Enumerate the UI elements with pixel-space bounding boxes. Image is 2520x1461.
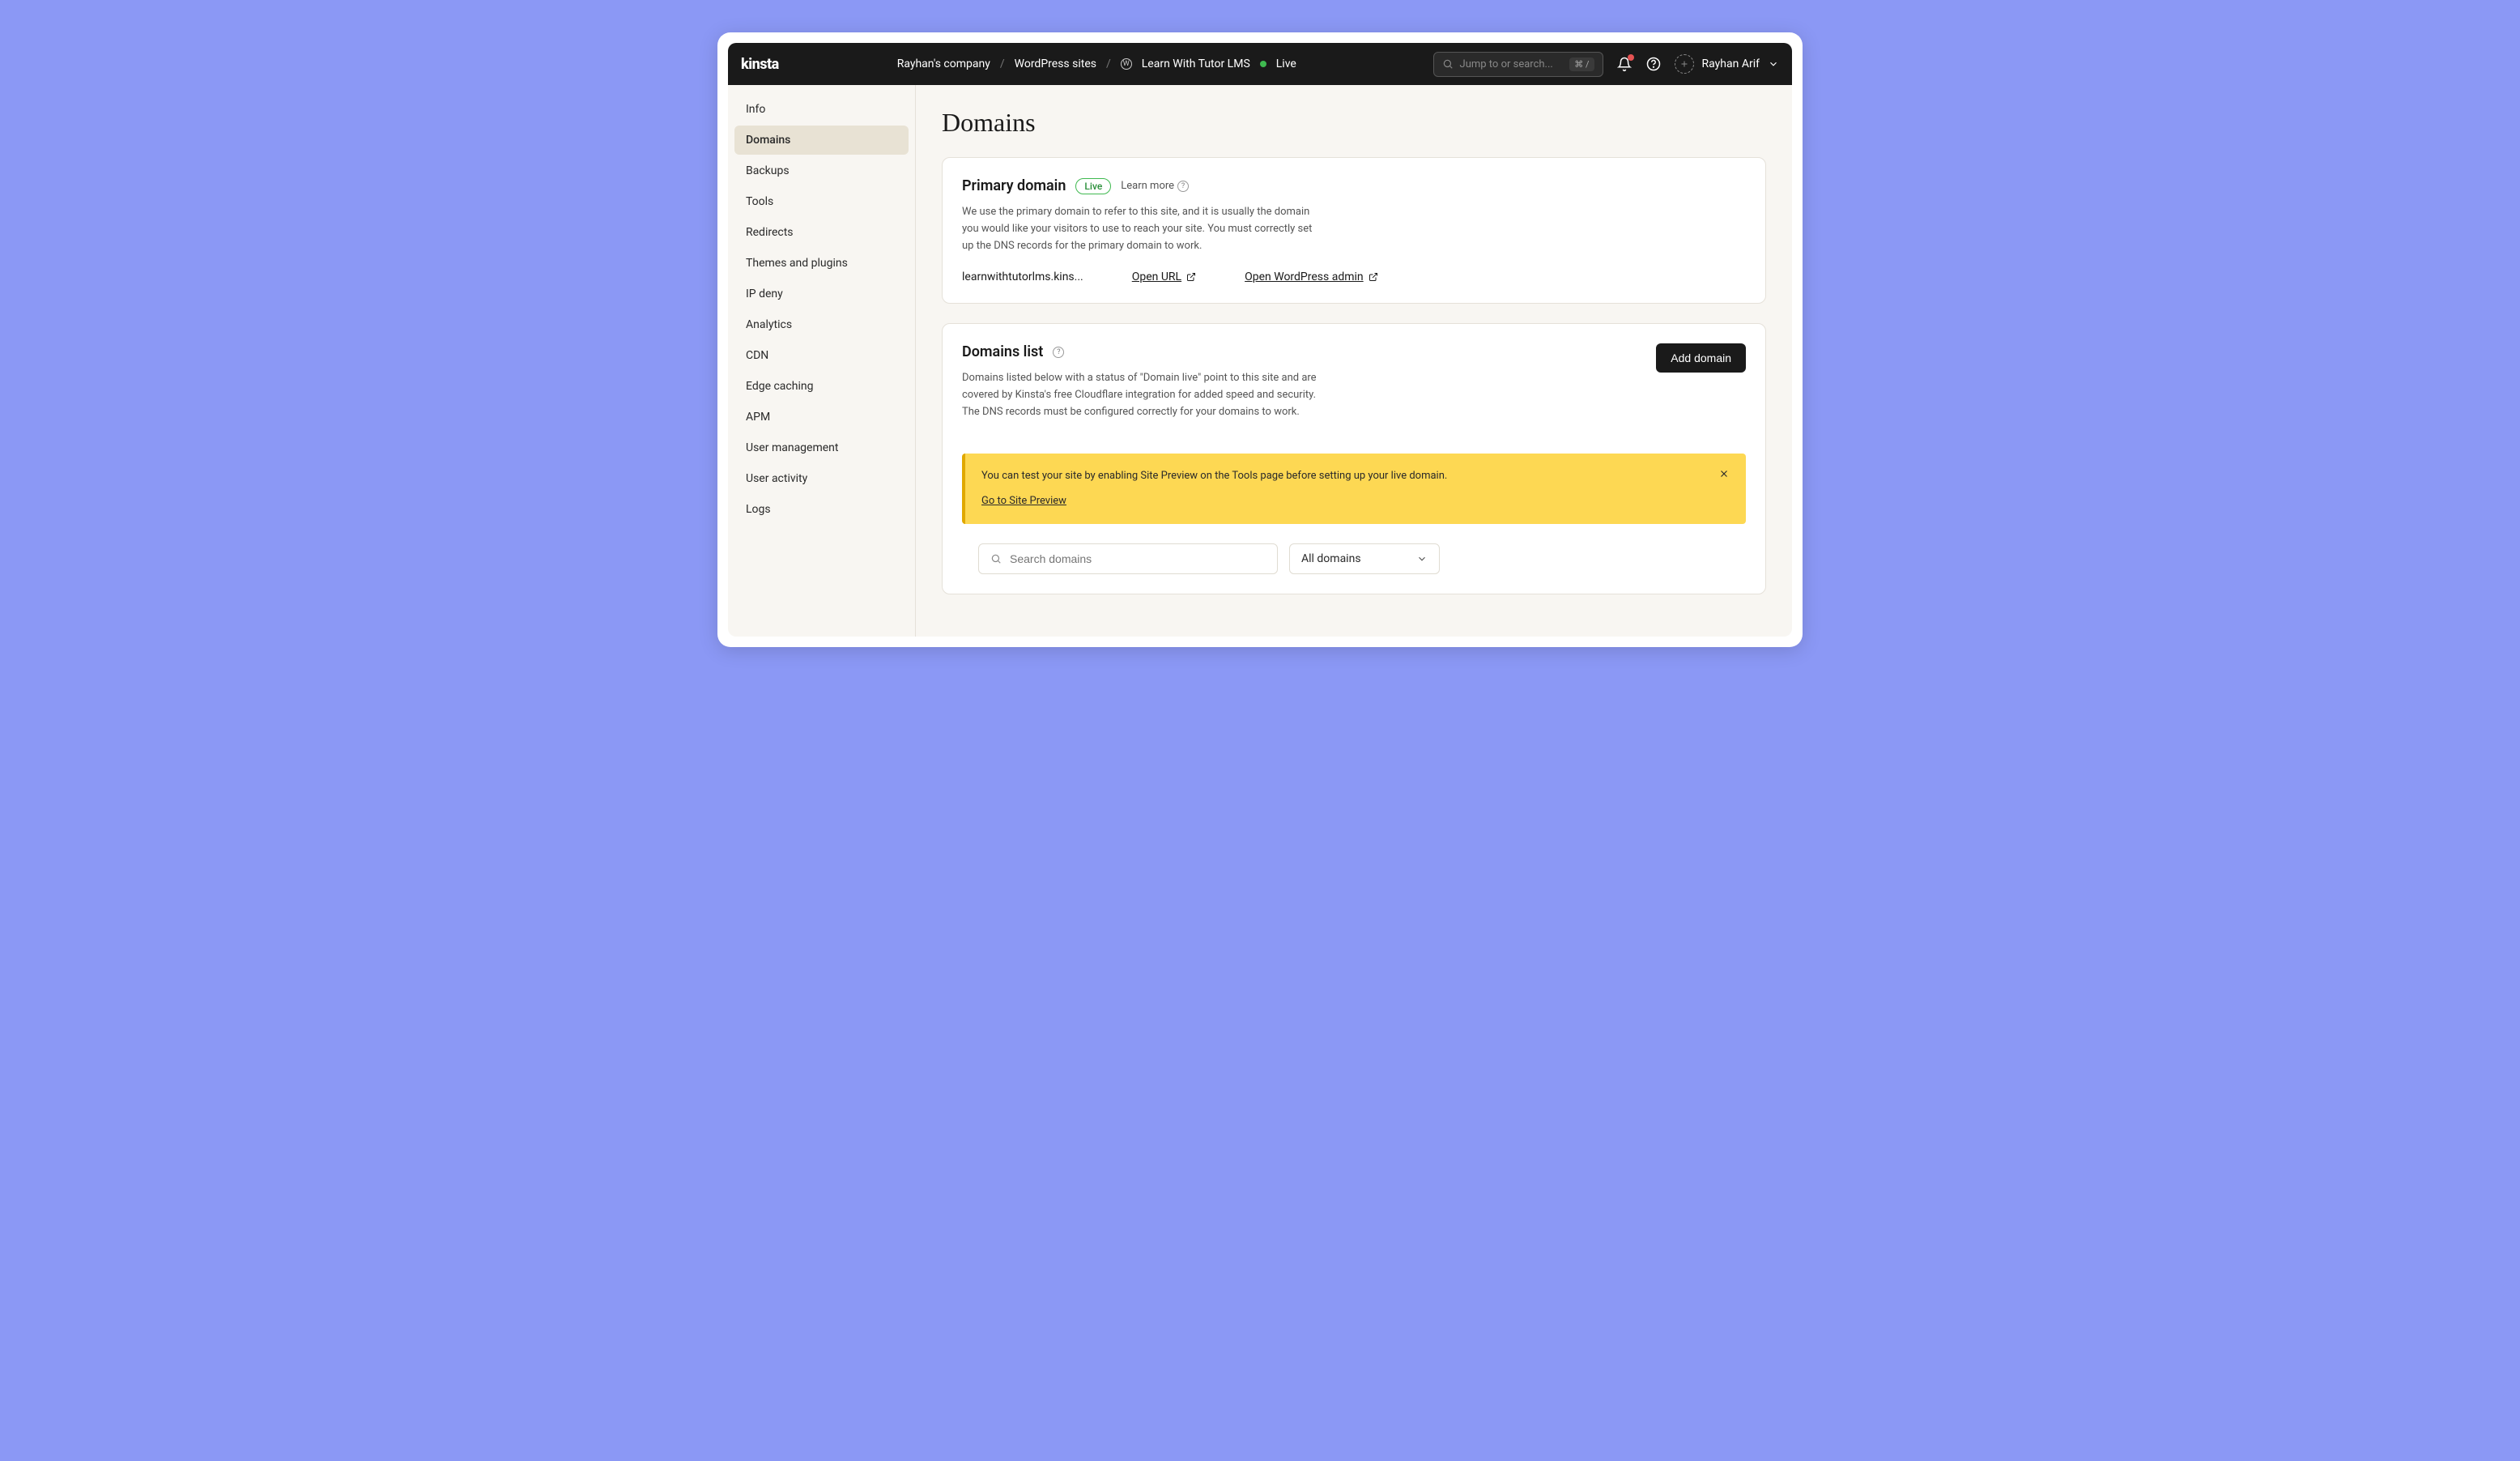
- open-wp-label: Open WordPress admin: [1245, 270, 1364, 283]
- status-dot-icon: [1260, 61, 1266, 67]
- help-icon: ?: [1177, 181, 1189, 192]
- site-preview-alert: You can test your site by enabling Site …: [962, 454, 1746, 525]
- chevron-down-icon: [1768, 58, 1779, 70]
- search-icon: [990, 553, 1002, 564]
- global-search[interactable]: Jump to or search... ⌘ /: [1433, 52, 1603, 77]
- close-alert-button[interactable]: [1718, 468, 1730, 479]
- primary-domain-desc: We use the primary domain to refer to th…: [962, 204, 1318, 254]
- sidebar-item-info[interactable]: Info: [734, 95, 909, 124]
- breadcrumb: Rayhan's company / WordPress sites / W L…: [897, 58, 1296, 70]
- primary-domain-value: learnwithtutorlms.kins...: [962, 270, 1083, 283]
- help-button[interactable]: [1645, 56, 1662, 72]
- open-url-label: Open URL: [1132, 270, 1181, 283]
- add-domain-button[interactable]: Add domain: [1656, 343, 1746, 373]
- breadcrumb-sep: /: [1106, 58, 1111, 70]
- sidebar-item-cdn[interactable]: CDN: [734, 341, 909, 370]
- open-wp-admin-link[interactable]: Open WordPress admin: [1245, 270, 1378, 283]
- notifications-button[interactable]: [1616, 56, 1632, 72]
- search-domains-input[interactable]: [978, 543, 1278, 574]
- breadcrumb-site[interactable]: Learn With Tutor LMS: [1142, 58, 1250, 70]
- sidebar-item-user-activity[interactable]: User activity: [734, 464, 909, 493]
- domain-filter-select[interactable]: All domains: [1289, 543, 1440, 574]
- sidebar-item-redirects[interactable]: Redirects: [734, 218, 909, 247]
- sidebar-item-analytics[interactable]: Analytics: [734, 310, 909, 339]
- sidebar-item-user-management[interactable]: User management: [734, 433, 909, 462]
- breadcrumb-sep: /: [1000, 58, 1005, 70]
- avatar-add-icon: [1675, 54, 1694, 74]
- sidebar-item-edge-caching[interactable]: Edge caching: [734, 372, 909, 401]
- alert-message: You can test your site by enabling Site …: [981, 468, 1447, 485]
- filter-value: All domains: [1301, 552, 1361, 565]
- go-to-site-preview-link[interactable]: Go to Site Preview: [981, 493, 1066, 510]
- domains-list-title: Domains list: [962, 343, 1043, 360]
- user-name: Rayhan Arif: [1702, 58, 1760, 70]
- live-badge: Live: [1075, 178, 1111, 194]
- sidebar-item-ip-deny[interactable]: IP deny: [734, 279, 909, 309]
- breadcrumb-section[interactable]: WordPress sites: [1015, 58, 1096, 70]
- external-link-icon: [1186, 272, 1196, 282]
- wordpress-icon: W: [1121, 58, 1132, 70]
- main-content: Domains Primary domain Live Learn more ?…: [916, 85, 1792, 637]
- sidebar-item-backups[interactable]: Backups: [734, 156, 909, 185]
- page-title: Domains: [942, 108, 1766, 138]
- sidebar-item-domains[interactable]: Domains: [734, 126, 909, 155]
- search-kbd: ⌘ /: [1569, 58, 1594, 71]
- close-icon: [1718, 468, 1730, 479]
- learn-more-label: Learn more: [1121, 180, 1174, 192]
- sidebar-item-apm[interactable]: APM: [734, 403, 909, 432]
- search-placeholder: Jump to or search...: [1460, 58, 1564, 70]
- help-circle-icon: [1646, 57, 1661, 71]
- help-icon[interactable]: ?: [1053, 347, 1064, 358]
- open-url-link[interactable]: Open URL: [1132, 270, 1196, 283]
- breadcrumb-env: Live: [1276, 58, 1296, 70]
- sidebar-item-logs[interactable]: Logs: [734, 495, 909, 524]
- user-menu[interactable]: Rayhan Arif: [1675, 54, 1779, 74]
- sidebar: InfoDomainsBackupsToolsRedirectsThemes a…: [728, 85, 916, 637]
- notification-dot-icon: [1628, 54, 1634, 61]
- primary-domain-card: Primary domain Live Learn more ? We use …: [942, 157, 1766, 304]
- sidebar-item-themes-and-plugins[interactable]: Themes and plugins: [734, 249, 909, 278]
- learn-more-link[interactable]: Learn more ?: [1121, 180, 1189, 192]
- topbar: kinsta Rayhan's company / WordPress site…: [728, 43, 1792, 85]
- domains-list-card: Domains list ? Domains listed below with…: [942, 323, 1766, 594]
- domains-list-desc: Domains listed below with a status of "D…: [962, 370, 1318, 420]
- search-icon: [1442, 58, 1454, 70]
- chevron-down-icon: [1416, 553, 1428, 564]
- primary-domain-title: Primary domain: [962, 177, 1066, 194]
- search-domains-field[interactable]: [1010, 552, 1266, 565]
- external-link-icon: [1369, 272, 1378, 282]
- logo[interactable]: kinsta: [741, 56, 779, 73]
- breadcrumb-company[interactable]: Rayhan's company: [897, 58, 990, 70]
- sidebar-item-tools[interactable]: Tools: [734, 187, 909, 216]
